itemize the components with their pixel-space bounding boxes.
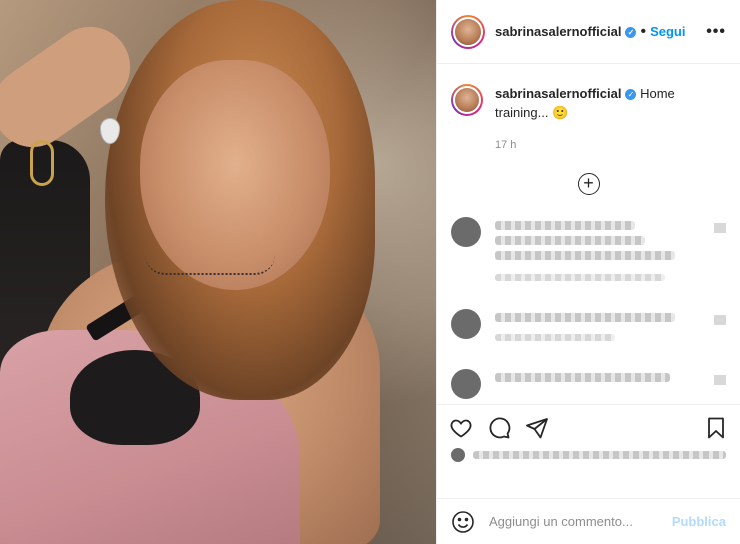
follow-button[interactable]: Segui: [650, 24, 685, 39]
action-bar: [437, 404, 740, 450]
emoji-icon[interactable]: [451, 510, 475, 534]
post-side-panel: sabrinasalernofficial ✓ • Segui ••• sabri…: [436, 0, 740, 544]
author-username-text[interactable]: sabrinasalernofficial: [495, 24, 621, 39]
author-username[interactable]: sabrinasalernofficial ✓: [495, 24, 637, 39]
comment-avatar-blurred[interactable]: [451, 309, 481, 339]
likes-summary: [451, 448, 726, 462]
comment-text-blurred: [495, 309, 704, 347]
comment-icon[interactable]: [487, 416, 511, 440]
caption-emoji: 🙂: [552, 105, 569, 120]
verified-badge-icon: ✓: [625, 27, 637, 38]
likes-text-blurred[interactable]: [473, 451, 726, 459]
publish-button[interactable]: Pubblica: [672, 514, 726, 529]
heart-icon[interactable]: [449, 416, 473, 440]
bookmark-icon[interactable]: [704, 416, 728, 440]
caption-username[interactable]: sabrinasalernofficial: [495, 86, 621, 101]
comment-text-blurred: [495, 217, 704, 287]
comment-item: [437, 217, 740, 287]
comment-item: [437, 369, 740, 399]
caption-timestamp[interactable]: 17 h: [495, 136, 715, 155]
comment-like-icon-blurred[interactable]: [714, 375, 726, 385]
add-comment-bar: Pubblica: [437, 498, 740, 544]
comment-item: [437, 309, 740, 347]
caption-avatar[interactable]: [451, 84, 483, 116]
author-avatar[interactable]: [451, 14, 485, 49]
plus-circle-icon[interactable]: +: [577, 173, 600, 195]
comments-list[interactable]: sabrinasalernofficial ✓ Home training... …: [437, 72, 740, 402]
liker-avatar-blurred[interactable]: [451, 448, 465, 462]
separator-dot: •: [640, 22, 647, 40]
comment-like-icon-blurred[interactable]: [714, 315, 726, 325]
post-header: sabrinasalernofficial ✓ • Segui •••: [437, 0, 740, 64]
share-icon[interactable]: [525, 416, 549, 440]
photo-bracelet: [30, 140, 54, 186]
comment-input[interactable]: [489, 514, 672, 529]
photo-necklace: [145, 255, 275, 275]
post-photo[interactable]: [0, 0, 436, 544]
comment-avatar-blurred[interactable]: [451, 217, 481, 247]
comment-text-blurred: [495, 369, 704, 399]
more-options-icon[interactable]: •••: [706, 23, 726, 41]
verified-badge-icon: ✓: [625, 89, 637, 100]
caption: sabrinasalernofficial ✓ Home training... …: [437, 72, 740, 155]
caption-body: sabrinasalernofficial ✓ Home training... …: [495, 84, 715, 155]
comment-like-icon-blurred[interactable]: [714, 223, 726, 233]
comment-avatar-blurred[interactable]: [451, 369, 481, 399]
